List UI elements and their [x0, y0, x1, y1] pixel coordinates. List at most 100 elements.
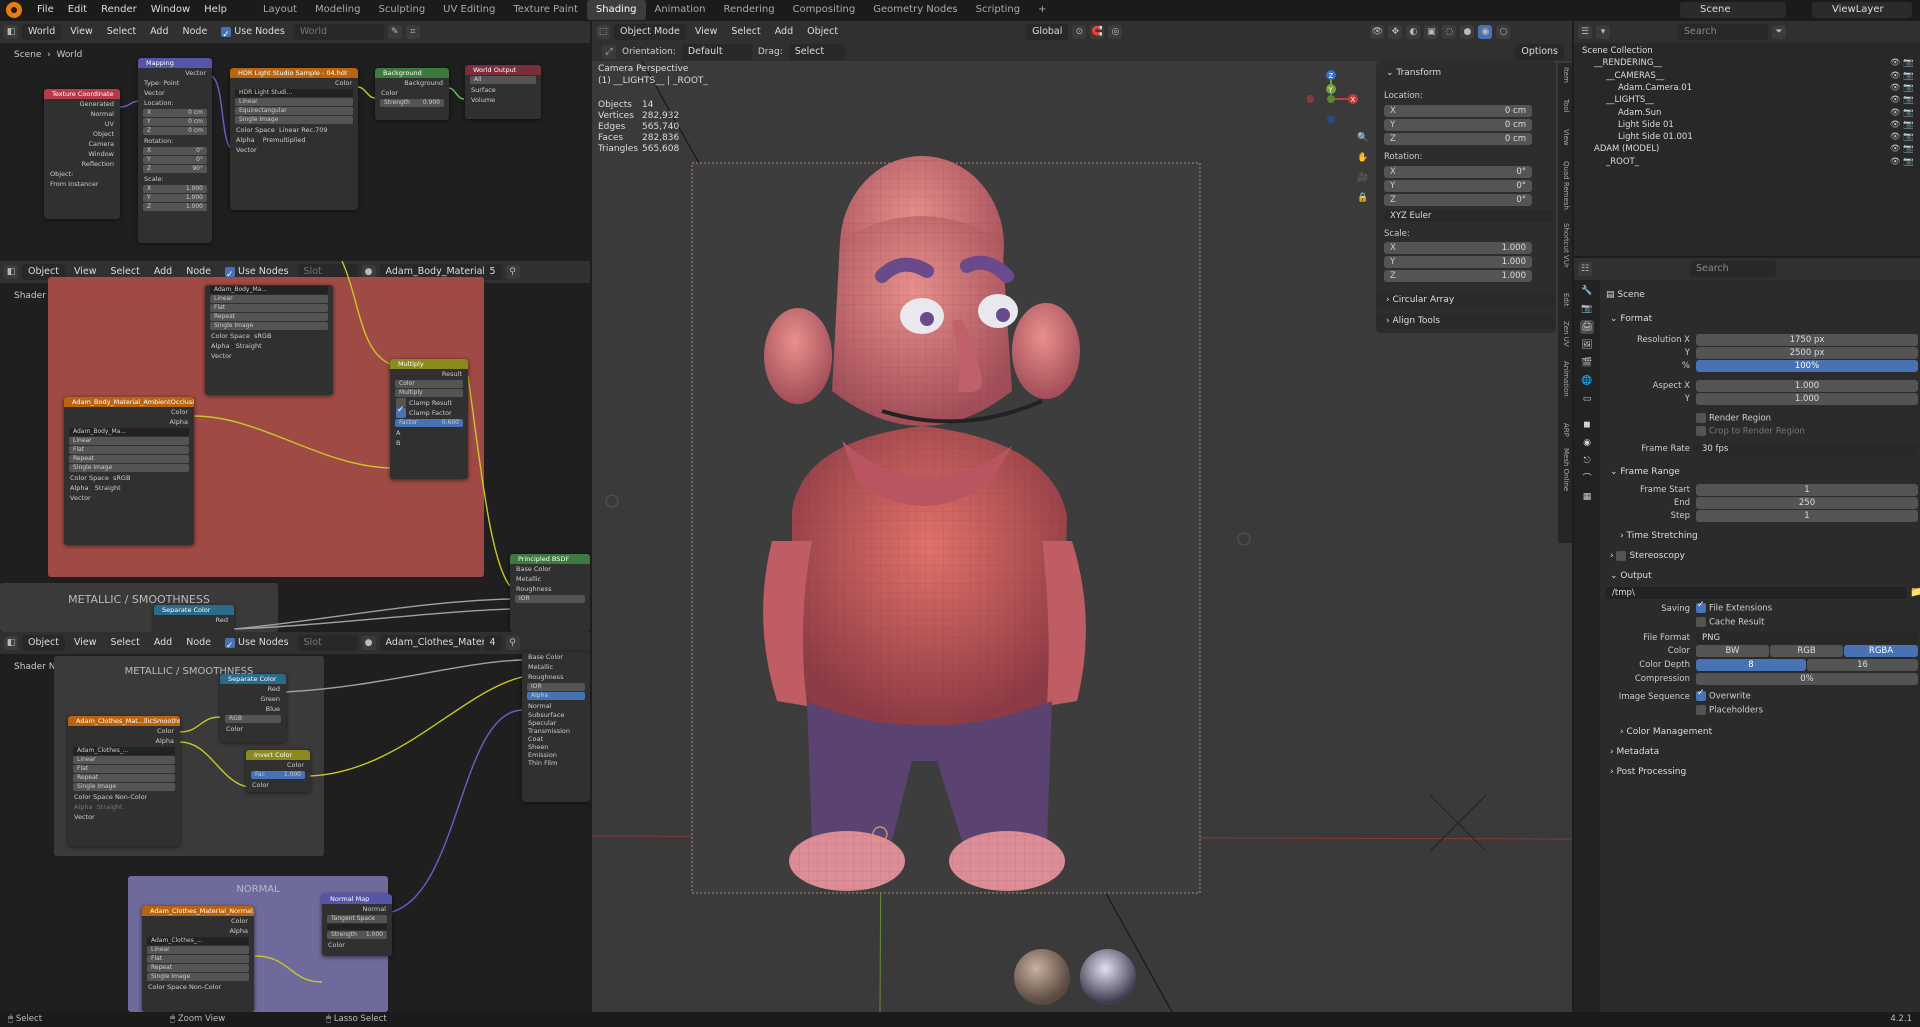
render-tab-icon[interactable]: 📷 — [1580, 302, 1594, 316]
tab-compositing[interactable]: Compositing — [784, 0, 865, 20]
solid-shading-icon[interactable]: ● — [1460, 25, 1475, 39]
xray-icon[interactable]: ▣ — [1424, 25, 1439, 39]
menu-window[interactable]: Window — [144, 0, 197, 20]
tab-uv-editing[interactable]: UV Editing — [434, 0, 504, 20]
visibility-toggle-icon[interactable]: 👁 📷 — [1890, 82, 1914, 94]
stereoscopy-panel-header[interactable]: › Stereoscopy — [1600, 549, 1920, 563]
output-panel-header[interactable]: ⌄ Output — [1600, 569, 1920, 583]
hdr-image-texture-node[interactable]: HDR Light Studio Sample - 04.hdr Color H… — [230, 68, 358, 210]
tab-shading[interactable]: Shading — [586, 0, 646, 20]
rendered-shading-icon[interactable]: ○ — [1496, 25, 1511, 39]
principled-bsdf-node[interactable]: Principled BSDF Base Color Metallic Roug… — [510, 554, 590, 632]
menu-file[interactable]: File — [30, 0, 61, 20]
transform-orientation-dropdown[interactable]: Global — [1026, 24, 1069, 40]
menu-view[interactable]: View — [690, 21, 723, 43]
clothes-shader-editor[interactable]: ◧ Object View Select Add Node Use Nodes … — [0, 632, 590, 1012]
camera-view-icon[interactable]: 🎥 — [1356, 171, 1370, 185]
object-field[interactable]: Object: — [44, 169, 120, 179]
overwrite-checkbox[interactable]: Overwrite — [1696, 688, 1751, 702]
outliner-row[interactable]: Light Side 01.001 👁 📷 — [1574, 131, 1920, 143]
orientation-dropdown[interactable]: Default — [681, 44, 752, 60]
body-shader-editor[interactable]: ◧ Object View Select Add Node Use Nodes … — [0, 261, 590, 632]
wireframe-shading-icon[interactable]: ◌ — [1442, 25, 1457, 39]
material-shading-icon[interactable]: ◉ — [1478, 25, 1493, 39]
visibility-toggle-icon[interactable]: 👁 📷 — [1890, 57, 1914, 69]
texture-coordinate-node[interactable]: Texture Coordinate Generated Normal UV O… — [44, 89, 120, 219]
sidebar-tab-view[interactable]: View — [1558, 129, 1570, 146]
constraints-tab-icon[interactable]: ⎋ — [1580, 454, 1594, 468]
outliner-row[interactable]: __CAMERAS__ 👁 📷 — [1574, 70, 1920, 82]
output-tab-icon[interactable]: 🖨 — [1580, 320, 1594, 334]
from-instancer-checkbox[interactable]: From Instancer — [44, 179, 120, 189]
color-depth-16-button[interactable]: 16 — [1807, 659, 1918, 671]
background-node[interactable]: Background Background Color Strength 0.9… — [375, 68, 449, 120]
mapping-node[interactable]: Mapping Vector Type: Point Vector Locati… — [138, 58, 212, 243]
outliner-row[interactable]: Scene Collection — [1574, 45, 1920, 57]
outliner-row[interactable]: Adam.Camera.01 👁 📷 — [1574, 82, 1920, 94]
file-extensions-checkbox[interactable]: File Extensions — [1696, 600, 1772, 614]
texture-tab-icon[interactable]: ▦ — [1580, 490, 1594, 504]
color-rgba-button[interactable]: RGBA — [1844, 645, 1918, 657]
outliner-row[interactable]: __RENDERING__ 👁 📷 — [1574, 57, 1920, 69]
menu-add[interactable]: Add — [770, 21, 798, 43]
menu-render[interactable]: Render — [94, 0, 144, 20]
properties-editor[interactable]: ☷ Search 🔧 📷 🖨 🖼 🎬 🌐 ▭ ◼ ◉ ⎋ ⌒ ▦ ▤ Scene… — [1574, 258, 1920, 1012]
tab-geometry-nodes[interactable]: Geometry Nodes — [864, 0, 966, 20]
editor-type-icon[interactable]: ☰ — [1578, 25, 1592, 39]
3d-viewport[interactable]: ⬚ Object Mode View Select Add Object Glo… — [592, 21, 1572, 1012]
world-output-node[interactable]: World Output All Surface Volume — [465, 65, 541, 119]
outliner-row[interactable]: Light Side 01 👁 📷 — [1574, 119, 1920, 131]
frame-start-field[interactable]: 1 — [1696, 484, 1918, 496]
sidebar-tab-shortcut[interactable]: Shortcut VUr — [1558, 223, 1570, 268]
tool-tab-icon[interactable]: 🔧 — [1580, 284, 1594, 298]
add-workspace-button[interactable]: + — [1029, 0, 1055, 20]
transform-panel-header[interactable]: ⌄ Transform — [1376, 66, 1556, 80]
collection-tab-icon[interactable]: ▭ — [1580, 392, 1594, 406]
lock-icon[interactable]: 🔒 — [1356, 191, 1370, 205]
outliner-row[interactable]: Adam.Sun 👁 📷 — [1574, 107, 1920, 119]
editor-type-icon[interactable]: ⬚ — [596, 25, 610, 39]
drag-dropdown[interactable]: Select Box — [788, 44, 845, 73]
zoom-icon[interactable]: 🔍 — [1356, 131, 1370, 145]
properties-search-input[interactable]: Search — [1690, 261, 1776, 277]
tab-modeling[interactable]: Modeling — [306, 0, 370, 20]
tab-rendering[interactable]: Rendering — [714, 0, 783, 20]
gizmo-icon[interactable]: ✥ — [1388, 25, 1403, 39]
menu-object[interactable]: Object — [802, 21, 843, 43]
invert-color-node[interactable]: Invert Color Color Fac 1.000 Color — [246, 750, 310, 792]
visibility-icon[interactable]: 👁 — [1370, 25, 1385, 39]
multiply-node[interactable]: Multiply Result Color Multiply Clamp Res… — [390, 359, 468, 479]
outliner-row[interactable]: _ROOT_ 👁 📷 — [1574, 156, 1920, 168]
post-processing-panel-header[interactable]: › Post Processing — [1600, 765, 1920, 779]
sidebar-tab-edit[interactable]: Edit — [1558, 293, 1570, 307]
aspect-x-field[interactable]: 1.000 — [1696, 380, 1918, 392]
normal-map-node[interactable]: Normal Map Normal Tangent Space Strength… — [322, 894, 392, 956]
outliner-search-input[interactable]: Search — [1678, 24, 1768, 40]
resolution-percentage-field[interactable]: 100% — [1696, 360, 1918, 372]
visibility-toggle-icon[interactable]: 👁 📷 — [1890, 143, 1914, 155]
object-mode-dropdown[interactable]: Object Mode — [614, 24, 686, 40]
metadata-panel-header[interactable]: › Metadata — [1600, 745, 1920, 759]
sidebar-tab-zen-uv[interactable]: Zen UV — [1558, 321, 1570, 347]
clothes-principled-bsdf-node[interactable]: Base Color Metallic Roughness IOR Alpha … — [522, 652, 590, 802]
circular-array-header[interactable]: › Circular Array — [1376, 293, 1556, 307]
rotation-z-field[interactable]: Z 0° — [1384, 194, 1532, 206]
metal-smooth-texture-node[interactable]: Adam_Clothes_Mat...llicSmoothness.png Co… — [68, 716, 180, 846]
color-rgb-button[interactable]: RGB — [1770, 645, 1843, 657]
tab-sculpting[interactable]: Sculpting — [369, 0, 434, 20]
menu-select[interactable]: Select — [726, 21, 765, 43]
visibility-toggle-icon[interactable]: 👁 📷 — [1890, 156, 1914, 168]
view-layer-tab-icon[interactable]: 🖼 — [1580, 338, 1594, 352]
frame-range-panel-header[interactable]: ⌄ Frame Range — [1600, 465, 1920, 479]
compression-field[interactable]: 0% — [1696, 673, 1918, 685]
object-tab-icon[interactable]: ◼ — [1580, 418, 1594, 432]
outliner-row[interactable]: ADAM (MODEL) 👁 📷 — [1574, 143, 1920, 155]
format-panel-header[interactable]: ⌄ Format — [1600, 312, 1920, 326]
menu-help[interactable]: Help — [197, 0, 234, 20]
body-image-texture-node[interactable]: Adam_Body_Ma... Linear Flat Repeat Singl… — [205, 285, 333, 395]
view-layer-selector[interactable]: ViewLayer — [1812, 2, 1912, 18]
rotation-x-field[interactable]: X 0° — [1384, 166, 1532, 178]
sidebar-tab-mesh-online[interactable]: Mesh Online — [1558, 448, 1570, 491]
frame-end-field[interactable]: 250 — [1696, 497, 1918, 509]
editor-type-icon[interactable]: ☷ — [1578, 262, 1592, 276]
